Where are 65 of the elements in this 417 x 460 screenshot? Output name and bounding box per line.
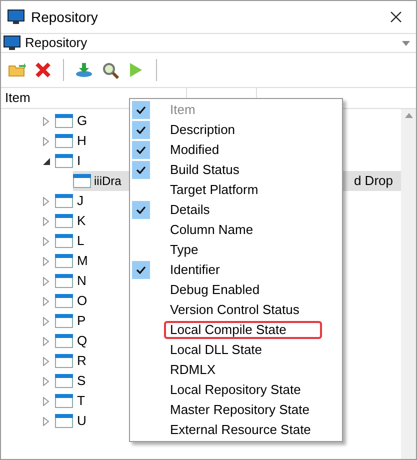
folder-icon bbox=[8, 63, 26, 77]
menu-item[interactable]: Local DLL State bbox=[130, 340, 342, 360]
search-icon bbox=[102, 62, 118, 78]
menu-item[interactable]: Master Repository State bbox=[130, 400, 342, 420]
table-icon bbox=[55, 414, 73, 428]
table-icon bbox=[55, 114, 73, 128]
download-icon bbox=[75, 62, 93, 78]
table-icon bbox=[55, 134, 73, 148]
table-icon bbox=[55, 254, 73, 268]
tree-item-label[interactable]: iiiDra bbox=[94, 172, 122, 190]
table-icon bbox=[55, 234, 73, 248]
table-icon bbox=[55, 274, 73, 288]
tree-item-label[interactable]: M bbox=[77, 251, 88, 271]
tree-item-label[interactable]: P bbox=[77, 311, 86, 331]
search-button[interactable] bbox=[100, 60, 120, 80]
tree-item-label[interactable]: I bbox=[77, 151, 81, 171]
tree-item-label[interactable]: G bbox=[77, 111, 88, 131]
table-icon bbox=[55, 394, 73, 408]
tree-item-label[interactable]: J bbox=[77, 191, 84, 211]
table-icon bbox=[55, 214, 73, 228]
delete-button[interactable] bbox=[33, 60, 53, 80]
monitor-icon bbox=[7, 9, 25, 25]
tree-item-label[interactable]: N bbox=[77, 271, 86, 291]
table-icon bbox=[55, 154, 73, 168]
table-icon bbox=[55, 314, 73, 328]
close-icon bbox=[35, 62, 51, 78]
window-title: Repository bbox=[31, 8, 98, 27]
tree-item-label[interactable]: S bbox=[77, 371, 86, 391]
tree-item-label[interactable]: R bbox=[77, 351, 86, 371]
menu-item[interactable]: Version Control Status bbox=[130, 300, 342, 320]
table-icon bbox=[55, 334, 73, 348]
expander-icon[interactable] bbox=[41, 156, 51, 166]
repository-selector[interactable]: Repository bbox=[1, 33, 416, 53]
menu-item[interactable]: Local Repository State bbox=[130, 380, 342, 400]
menu-item[interactable]: Column Name bbox=[130, 220, 342, 240]
menu-item[interactable]: Details bbox=[130, 200, 342, 220]
tree-item-label[interactable]: H bbox=[77, 131, 86, 151]
menu-item[interactable]: Description bbox=[130, 120, 342, 140]
import-button[interactable] bbox=[74, 60, 94, 80]
menu-item[interactable]: Type bbox=[130, 240, 342, 260]
menu-item[interactable]: External Resource State bbox=[130, 420, 342, 440]
tree-item-label[interactable]: T bbox=[77, 391, 85, 411]
table-icon bbox=[55, 294, 73, 308]
monitor-icon bbox=[3, 35, 21, 51]
menu-item[interactable]: Modified bbox=[130, 140, 342, 160]
table-cell-text: d Drop bbox=[354, 172, 393, 190]
dropdown-caret-icon bbox=[402, 40, 410, 46]
menu-item[interactable]: RDMLX bbox=[130, 360, 342, 380]
table-icon bbox=[55, 354, 73, 368]
tree-item-label[interactable]: O bbox=[77, 291, 88, 311]
play-icon bbox=[129, 62, 143, 78]
scroll-up-icon bbox=[404, 113, 412, 118]
menu-item[interactable]: Build Status bbox=[130, 160, 342, 180]
table-icon bbox=[55, 194, 73, 208]
tree-item-label[interactable]: Q bbox=[77, 331, 88, 351]
tree-item-label[interactable]: L bbox=[77, 231, 84, 251]
menu-item[interactable]: Debug Enabled bbox=[130, 280, 342, 300]
menu-item[interactable]: Target Platform bbox=[130, 180, 342, 200]
tree-item-label[interactable]: U bbox=[77, 411, 86, 431]
close-icon bbox=[390, 11, 402, 23]
scrollbar[interactable] bbox=[401, 109, 416, 459]
table-icon bbox=[73, 174, 91, 188]
tree-item-label[interactable]: K bbox=[77, 211, 86, 231]
menu-item[interactable]: Identifier bbox=[130, 260, 342, 280]
table-icon bbox=[55, 374, 73, 388]
